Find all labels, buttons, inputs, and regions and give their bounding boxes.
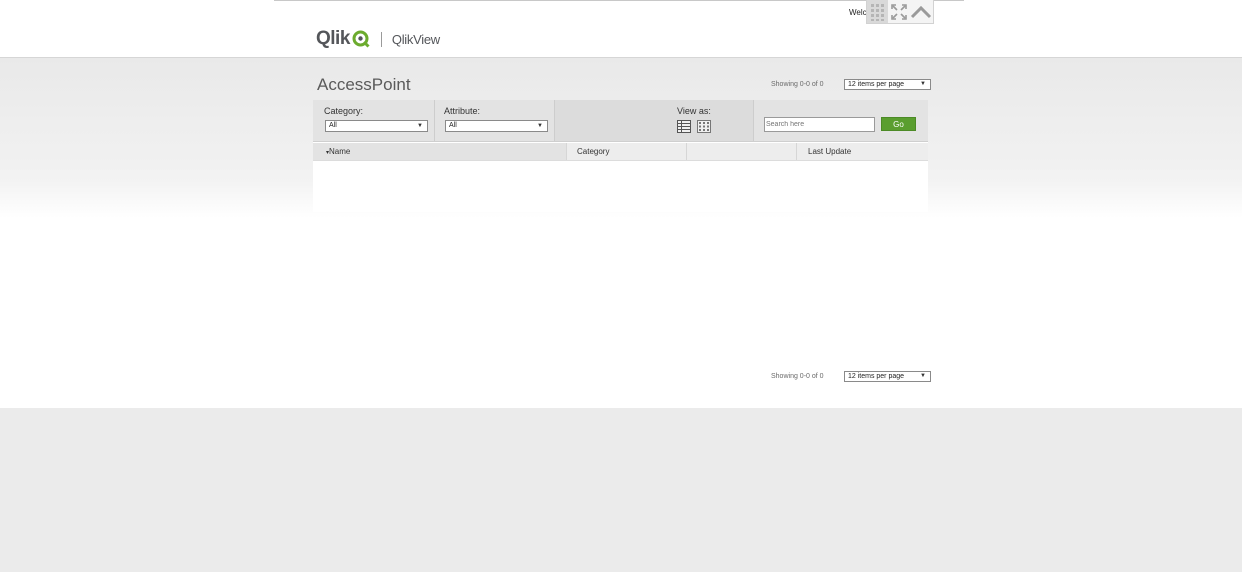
qlik-logo: Qlik QlikView [316, 28, 440, 50]
column-header-last-update[interactable]: Last Update [808, 143, 918, 160]
column-header-category[interactable]: Category [577, 143, 687, 160]
attribute-label: Attribute: [444, 106, 481, 116]
dropdown-arrow-icon: ▼ [537, 123, 543, 129]
collapse-header-button[interactable] [909, 0, 933, 23]
column-header-name-label: Name [329, 147, 351, 156]
go-button[interactable]: Go [881, 117, 916, 131]
view-as-cell [555, 100, 754, 141]
column-divider [686, 143, 687, 160]
column-divider [566, 143, 567, 160]
fullscreen-icon [890, 3, 907, 20]
thumbnail-view-button[interactable] [697, 120, 711, 133]
header-bar [0, 0, 1242, 58]
dropdown-arrow-icon: ▼ [417, 123, 423, 129]
collapse-up-icon [910, 5, 932, 18]
page: Welcome [0, 0, 1242, 572]
showing-count-top: Showing 0-0 of 0 [771, 81, 824, 88]
search-input[interactable] [764, 117, 875, 132]
column-header-name[interactable]: ▾Name [313, 143, 566, 160]
showing-count-bottom: Showing 0-0 of 0 [771, 373, 824, 380]
items-per-page-value: 12 items per page [848, 373, 905, 380]
column-header-blank[interactable] [697, 143, 797, 160]
list-view-button[interactable] [677, 120, 691, 133]
fullscreen-button[interactable] [888, 0, 909, 23]
category-select-value: All [329, 122, 337, 129]
attribute-select[interactable]: All ▼ [445, 120, 548, 132]
dropdown-arrow-icon: ▼ [920, 373, 926, 379]
thumbnail-view-icon [697, 120, 711, 133]
items-per-page-select-bottom[interactable]: 12 items per page ▼ [844, 371, 931, 382]
list-view-icon [677, 120, 691, 133]
grid-icon [870, 3, 884, 21]
logo-separator [380, 31, 382, 47]
items-per-page-select-top[interactable]: 12 items per page ▼ [844, 79, 931, 90]
topbar-buttons [866, 0, 934, 24]
items-per-page-value: 12 items per page [848, 81, 905, 88]
page-title: AccessPoint [317, 75, 411, 94]
logo-brand-text: Qlik [316, 28, 350, 49]
footer-band [0, 408, 1242, 572]
attribute-select-value: All [449, 122, 457, 129]
category-label: Category: [324, 106, 364, 116]
column-divider [796, 143, 797, 160]
dropdown-arrow-icon: ▼ [920, 81, 926, 87]
view-as-label: View as: [677, 106, 711, 116]
qlik-q-icon [352, 30, 370, 48]
header-topline [274, 0, 964, 1]
logo-product-text: QlikView [391, 31, 440, 47]
table-header-row: ▾Name Category Last Update [313, 143, 928, 161]
category-select[interactable]: All ▼ [325, 120, 428, 132]
grid-view-button[interactable] [867, 0, 888, 23]
